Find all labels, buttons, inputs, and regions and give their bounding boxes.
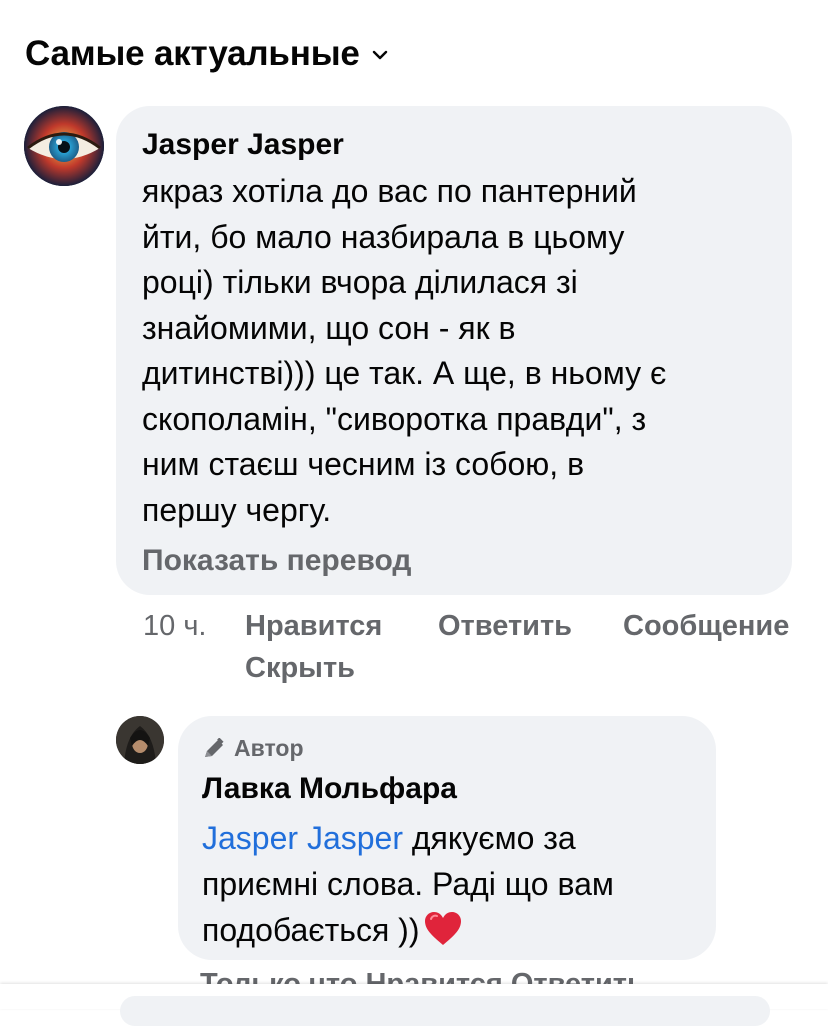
comment-text: якраз хотіла до вас по пантерний йти, бо… xyxy=(142,173,667,528)
show-translation-link[interactable]: Показать перевод xyxy=(142,544,411,578)
mention-link[interactable]: Jasper Jasper xyxy=(202,820,403,856)
comment-timestamp[interactable]: 10 ч. xyxy=(143,610,206,643)
comment-bubble: Jasper Jasper якраз хотіла до вас по пан… xyxy=(116,106,792,595)
reply-text-rest: приємні слова. Раді що вам подобається )… xyxy=(202,866,614,948)
author-badge-label: Автор xyxy=(234,735,304,761)
reply-button[interactable]: Ответить xyxy=(438,610,572,643)
sort-dropdown[interactable]: Самые актуальные xyxy=(25,34,388,74)
hide-button[interactable]: Скрыть xyxy=(245,652,355,685)
comment-author[interactable]: Jasper Jasper xyxy=(142,128,344,162)
avatar[interactable] xyxy=(24,106,104,186)
pencil-icon xyxy=(205,737,224,757)
sort-label: Самые актуальные xyxy=(25,34,360,73)
comment-input[interactable] xyxy=(120,996,770,1026)
reply-text: Jasper Jasper дякуємо за приємні слова. … xyxy=(202,815,702,959)
reply-author[interactable]: Лавка Мольфара xyxy=(202,772,457,806)
message-button[interactable]: Сообщение xyxy=(623,610,789,643)
reply-bubble: Автор Лавка Мольфара Jasper Jasper дякує… xyxy=(178,716,716,960)
like-button[interactable]: Нравится xyxy=(245,610,382,643)
author-badge: Автор xyxy=(202,735,304,762)
reply-avatar[interactable] xyxy=(116,716,164,764)
heart-emoji-icon xyxy=(423,911,463,959)
reply-text-line1: дякуємо за xyxy=(402,820,576,856)
chevron-down-icon xyxy=(372,47,388,65)
